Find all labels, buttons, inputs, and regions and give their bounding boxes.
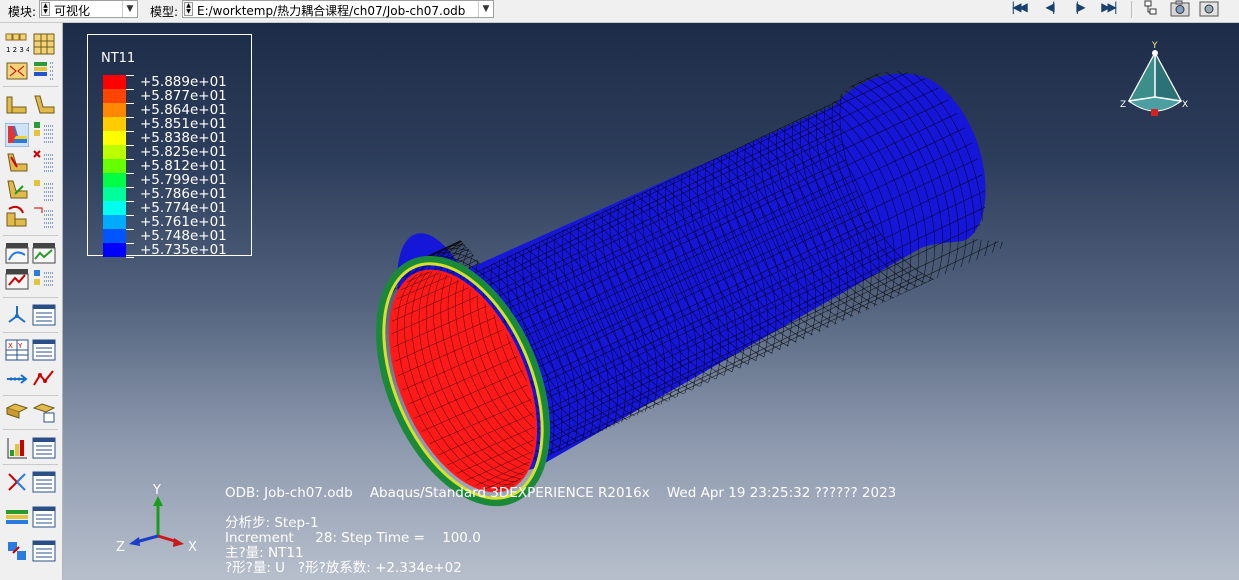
undeformed-shape-icon[interactable] <box>5 93 29 117</box>
mesh-grid-icon[interactable] <box>32 32 56 56</box>
increment-info-line: Increment 28: Step Time = 100.0 <box>225 530 481 546</box>
ply-stack-manager-icon[interactable] <box>32 505 56 529</box>
step-info-line: 分析步: Step-1 <box>225 515 319 531</box>
free-body-cut-icon[interactable] <box>5 400 29 424</box>
triad-small-z: Z <box>1120 100 1126 110</box>
chevron-down-icon[interactable]: ▼ <box>478 1 493 17</box>
symbol-plot-icon[interactable] <box>5 151 29 175</box>
free-body-manager-icon[interactable] <box>32 400 56 424</box>
next-frame-icon[interactable]: |▶ <box>1067 0 1091 16</box>
previous-frame-icon[interactable]: ◀| <box>1037 0 1061 16</box>
layers-options-icon[interactable] <box>32 59 56 83</box>
orientation-options-icon[interactable] <box>32 178 56 202</box>
toolbox-divider <box>3 297 58 298</box>
display-group-icon[interactable] <box>5 470 29 494</box>
path-create-icon[interactable] <box>5 367 29 391</box>
toolbox: 1 2 3 4 X Y <box>0 23 63 580</box>
stream-manager-icon[interactable] <box>32 436 56 460</box>
triad-small-x: X <box>1182 100 1188 110</box>
numbering-icon[interactable]: 1 2 3 4 <box>5 32 29 56</box>
module-label: 模块: <box>8 5 37 19</box>
stream-plot-icon[interactable] <box>5 436 29 460</box>
view-triad-icon[interactable]: Y Z X <box>1115 39 1195 129</box>
odb-info-line: ODB: Job-ch07.odb Abaqus/Standard 3DEXPE… <box>225 485 897 501</box>
toolbox-divider <box>3 464 58 465</box>
module-value: 可视化 <box>54 4 91 18</box>
xy-data-manager-icon[interactable] <box>32 338 56 362</box>
model-label: 模型: <box>150 5 179 19</box>
material-orientation-icon[interactable] <box>5 178 29 202</box>
animate-time-history-icon[interactable] <box>5 267 29 291</box>
contour-plot-icon[interactable] <box>5 123 29 147</box>
triad-y-label: Y <box>152 483 161 498</box>
first-frame-icon[interactable]: |◀◀ <box>1006 0 1030 16</box>
xy-plot-icon[interactable] <box>32 367 56 391</box>
toolbox-divider <box>3 86 58 87</box>
capture-icon[interactable] <box>1199 0 1219 17</box>
svg-text:X: X <box>8 342 13 350</box>
triad-x-label: X <box>188 540 197 555</box>
toolbar-divider <box>1131 1 1132 18</box>
module-combo[interactable]: ▲ ▼ 可视化 ▼ <box>39 0 138 18</box>
toolbox-divider <box>3 235 58 236</box>
view-cut-manager-icon[interactable] <box>32 303 56 327</box>
toolbox-divider <box>3 395 58 396</box>
chevron-down-icon[interactable]: ▼ <box>122 1 137 17</box>
animate-scale-icon[interactable] <box>5 241 29 265</box>
svg-text:Y: Y <box>17 342 23 350</box>
model-spinner-icon[interactable]: ▲ ▼ <box>184 2 193 16</box>
tree-icon[interactable] <box>1141 0 1161 17</box>
display-group-manager-icon[interactable] <box>32 470 56 494</box>
symbol-options-icon[interactable] <box>32 149 56 173</box>
triad-small-y: Y <box>1151 41 1158 51</box>
last-frame-icon[interactable]: ▶▶| <box>1096 0 1120 16</box>
module-spinner-icon[interactable]: ▲ ▼ <box>41 2 50 16</box>
camera-icon[interactable] <box>1170 0 1190 17</box>
overlay-options-icon[interactable] <box>32 205 56 229</box>
toolbox-divider <box>3 332 58 333</box>
ply-stack-plot-icon[interactable] <box>5 505 29 529</box>
contour-options-icon[interactable] <box>32 120 56 144</box>
view-cut-icon[interactable] <box>5 303 29 327</box>
primary-variable-line: 主?量: NT11 <box>225 545 304 561</box>
display-body-manager-icon[interactable] <box>32 539 56 563</box>
display-body-icon[interactable] <box>5 539 29 563</box>
toolbox-divider <box>3 429 58 430</box>
viewport[interactable]: NT11 +5.889e+01 +5.877e+01 +5.864e+01 +5.85… <box>63 23 1239 580</box>
model-combo[interactable]: ▲ ▼ E:/worktemp/热力耦合课程/ch07/Job-ch07.odb … <box>182 0 494 18</box>
deformed-variable-line: ?形?量: U ?形?放系数: +2.334e+02 <box>225 560 462 576</box>
xy-data-create-icon[interactable]: XY <box>5 338 29 362</box>
element-sets-icon[interactable] <box>5 59 29 83</box>
coordinate-triad: Y X Z <box>116 483 197 555</box>
deformed-shape-icon[interactable] <box>32 93 56 117</box>
plot-overlay-icon[interactable] <box>5 205 29 229</box>
svg-text:1 2 3 4: 1 2 3 4 <box>6 46 29 54</box>
context-bar: 模块: ▲ ▼ 可视化 ▼ 模型: ▲ ▼ E:/worktemp/热力耦合课程/c… <box>0 0 1239 23</box>
animation-options-icon[interactable] <box>32 267 56 291</box>
triad-z-label: Z <box>116 540 125 555</box>
model-value: E:/worktemp/热力耦合课程/ch07/Job-ch07.odb <box>197 4 466 18</box>
animate-harmonic-icon[interactable] <box>32 241 56 265</box>
